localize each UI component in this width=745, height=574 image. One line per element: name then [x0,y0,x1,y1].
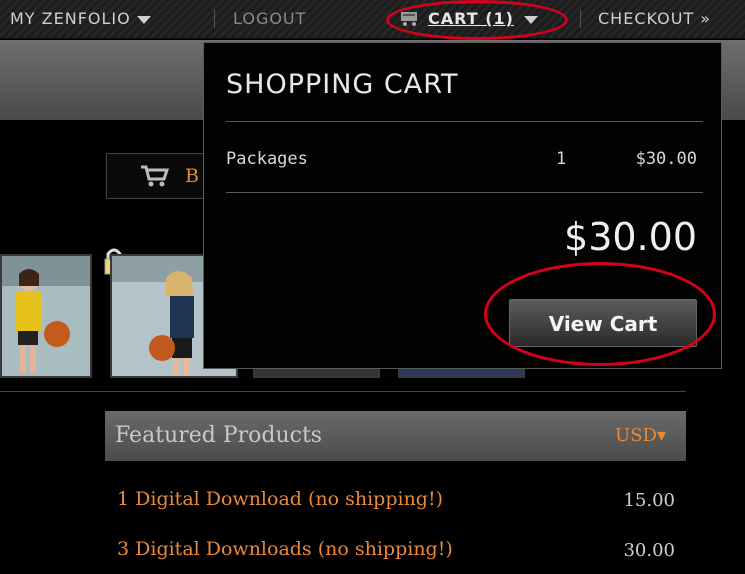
buy-button-label: B [185,165,199,187]
my-zenfolio-menu[interactable]: MY ZENFOLIO [10,9,151,28]
cart-item-qty: 1 [556,149,567,169]
featured-products-header: Featured Products USD▾ [105,411,686,461]
cart-highlight-annotation [386,0,568,40]
featured-products-title: Featured Products [115,423,323,448]
divider [226,121,703,122]
divider [226,192,703,193]
logout-link[interactable]: LOGOUT [233,9,306,28]
chevron-right-icon: » [700,9,712,28]
cart-item-name: Packages [226,149,308,169]
buy-button[interactable]: B [106,153,218,199]
divider [0,391,686,392]
product-price: 30.00 [623,540,675,561]
cart-icon [141,165,169,187]
product-link[interactable]: 3 Digital Downloads (no shipping!) [117,538,453,560]
currency-selector[interactable]: USD▾ [615,425,666,446]
checkout-link[interactable]: CHECKOUT » [598,9,711,28]
my-zenfolio-label: MY ZENFOLIO [10,9,131,28]
chevron-down-icon [136,15,151,24]
photo-thumbnail[interactable] [0,254,92,378]
view-cart-highlight-annotation [484,262,716,366]
checkout-label: CHECKOUT [598,9,695,28]
top-nav-bar: MY ZENFOLIO LOGOUT CART (1) CHECKOUT » [0,0,745,40]
cart-item-price: $30.00 [635,149,697,169]
product-price: 15.00 [623,490,675,511]
cart-dropdown-title: SHOPPING CART [226,69,459,100]
product-link[interactable]: 1 Digital Download (no shipping!) [117,488,443,510]
cart-total: $30.00 [564,215,697,259]
divider [214,10,215,28]
thumbnail-image [2,256,90,376]
divider [580,10,581,28]
